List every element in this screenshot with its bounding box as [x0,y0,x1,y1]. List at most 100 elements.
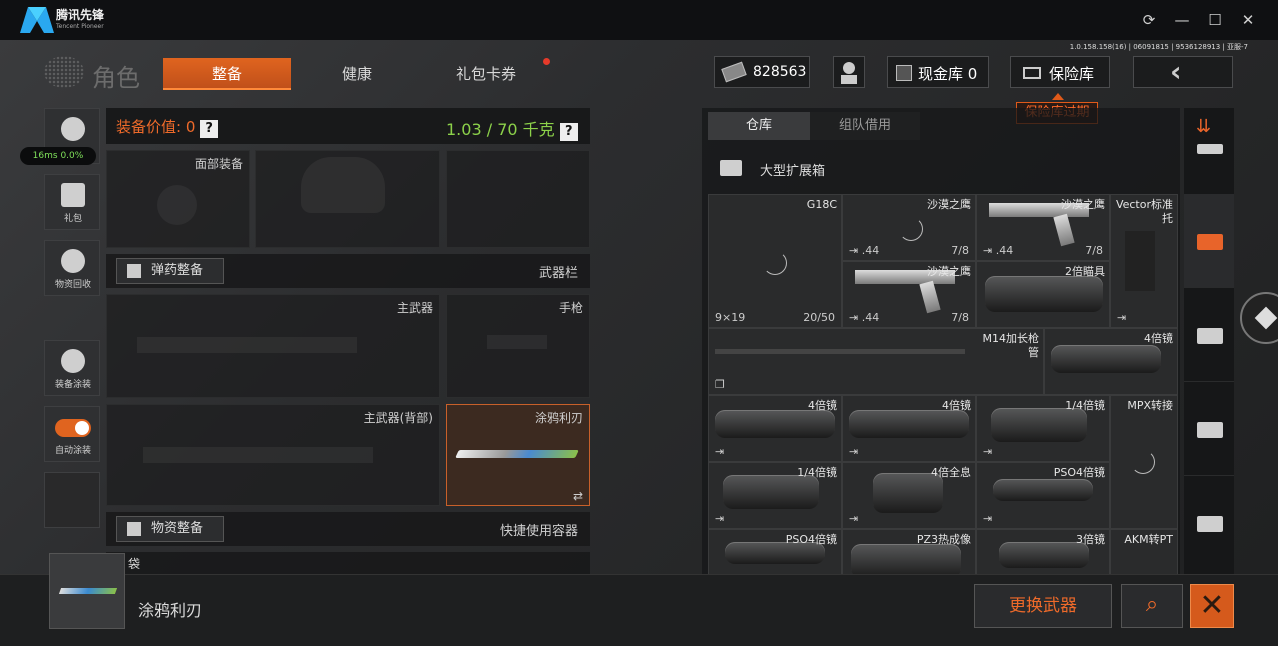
side-paint-button[interactable]: 装备涂装 [44,340,100,396]
item-4x-holo[interactable]: 4倍全息 ⇥ [842,462,976,529]
app-logo-icon [20,7,54,33]
item-m14-barrel[interactable]: M14加长枪管 ❐ [708,328,1044,395]
pistol-slot[interactable]: 手枪 [446,294,590,398]
knife-image [455,450,579,458]
item-g18c[interactable]: G18C 9×19 20/50 [708,194,842,328]
knife-image [58,588,118,594]
item-3x-scope[interactable]: 3倍镜 [976,529,1110,574]
close-window-icon[interactable]: ✕ [1238,10,1258,30]
ammo-icon: ⇥ [849,244,862,257]
tab-gift-cards[interactable]: 礼包卡券 [436,58,536,90]
tab-warehouse[interactable]: 仓库 [708,112,810,140]
container-icon [1197,422,1223,438]
search-button[interactable]: ⌕ [1121,584,1183,628]
face-slot[interactable]: 面部装备 [106,150,250,248]
ammo-icon: ⇥ [983,244,996,257]
side-auto-paint[interactable]: 自动涂装 [44,406,100,462]
help-icon[interactable]: ? [559,123,578,141]
diamond-icon [1254,306,1278,330]
equipment-value: 装备价值: 0 ? [116,116,219,138]
armor-slot[interactable] [255,150,440,248]
agent-button[interactable] [833,56,865,88]
close-icon: ✕ [1199,588,1225,623]
item-vector-stock[interactable]: Vector标准托 ⇥ [1110,194,1178,328]
paint-icon [61,349,85,373]
cash-vault-icon [896,65,912,81]
role-title[interactable]: 角色 [92,58,140,93]
helmet-icon [61,117,85,141]
version-text: 1.0.158.158(16) | 06091815 | 9536128913 … [1069,43,1248,51]
container-tab-2[interactable] [1184,194,1234,288]
role-avatar-icon [44,56,84,88]
ping-indicator: 16ms 0.0% [20,147,96,165]
item-mpx-adapter[interactable]: MPX转接 [1110,395,1178,529]
chevron-left-icon: ‹ [1170,55,1182,88]
vault-icon [1023,67,1041,79]
ammo-button[interactable]: 弹药整备 [116,258,224,284]
sort-icon[interactable]: ⇊ [1196,116,1211,137]
melee-slot[interactable]: 涂鸦利刃 ⇄ [446,404,590,506]
item-1-4x-scope-2[interactable]: 1/4倍镜 ⇥ [708,462,842,529]
bag-row: 袋 [106,552,590,574]
minimize-icon[interactable]: — [1172,10,1192,30]
container-icon [1197,516,1223,532]
close-button[interactable]: ✕ [1190,584,1234,628]
supply-icon [127,522,141,536]
supply-bar: 物资整备 快捷使用容器 [106,512,590,546]
tab-health[interactable]: 健康 [307,58,407,90]
item-2x-scope[interactable]: 2倍瞄具 [976,261,1110,328]
container-tab-3[interactable] [1184,288,1234,382]
item-1-4x-scope-1[interactable]: 1/4倍镜 ⇥ [976,395,1110,462]
weapon-bar-label: 武器栏 [538,266,578,281]
tab-equip[interactable]: 整备 [163,58,291,90]
help-icon[interactable]: ? [200,120,219,138]
item-pso-scope-2[interactable]: PSO4倍镜 [708,529,842,574]
swap-icon[interactable]: ⇄ [573,489,583,503]
item-deagle-2[interactable]: 沙漠之鹰 ⇥ .44 7/8 [976,194,1110,261]
side-gift-button[interactable]: 礼包 [44,174,100,230]
container-tabs [1184,108,1234,574]
ammo-icon [127,264,141,278]
cash-icon [721,61,747,83]
notification-dot [543,58,550,65]
storage-grid: G18C 9×19 20/50 沙漠之鹰 ⇥ .44 7/8 沙漠之鹰 ⇥ .4… [708,194,1178,574]
search-icon: ⌕ [1145,592,1159,617]
ammo-bar: 弹药整备 武器栏 [106,254,590,288]
item-4x-scope-1[interactable]: 4倍镜 [1044,328,1178,395]
item-4x-scope-3[interactable]: 4倍镜 ⇥ [842,395,976,462]
item-4x-scope-2[interactable]: 4倍镜 ⇥ [708,395,842,462]
money-display: 828563 [714,56,810,88]
backpack-slot[interactable] [446,150,590,248]
cash-vault-button[interactable]: 现金库 0 [887,56,989,88]
loading-icon [1131,450,1155,474]
item-pso-scope-1[interactable]: PSO4倍镜 ⇥ [976,462,1110,529]
app-subtitle: Tencent Pioneer [56,23,104,30]
container-tab-4[interactable] [1184,382,1234,476]
tab-team-borrow[interactable]: 组队借用 [810,112,920,140]
tooltip-arrow [1052,93,1064,100]
side-recycle-button[interactable]: 物资回收 [44,240,100,296]
container-icon [1197,328,1223,344]
back-button[interactable]: ‹ [1133,55,1233,88]
item-pz3-thermal[interactable]: PZ3热成像 [842,529,976,574]
loading-icon [899,217,923,241]
primary-back-slot[interactable]: 主武器(背部) [106,404,440,506]
primary-weapon-slot[interactable]: 主武器 [106,294,440,398]
refresh-icon[interactable]: ⟳ [1139,10,1159,30]
item-deagle-1[interactable]: 沙漠之鹰 ⇥ .44 7/8 [842,194,976,261]
item-deagle-3[interactable]: 沙漠之鹰 ⇥ .44 7/8 [842,261,976,328]
container-tab-5[interactable] [1184,476,1234,570]
item-akm-pt[interactable]: AKM转PT [1110,529,1178,574]
container-icon [720,160,742,176]
ammo-icon: ⇥ [849,311,862,324]
container-icon [1197,234,1223,250]
recycle-icon [61,249,85,273]
maximize-icon[interactable]: ☐ [1205,10,1225,30]
quick-container-label: 快捷使用容器 [499,524,578,539]
supply-button[interactable]: 物资整备 [116,516,224,542]
vault-button[interactable]: 保险库 [1010,56,1110,88]
auto-paint-toggle[interactable] [55,419,91,437]
selected-item-name: 涂鸦利刃 [138,601,203,620]
swap-weapon-button[interactable]: 更换武器 [974,584,1112,628]
container-icon [1197,144,1223,154]
